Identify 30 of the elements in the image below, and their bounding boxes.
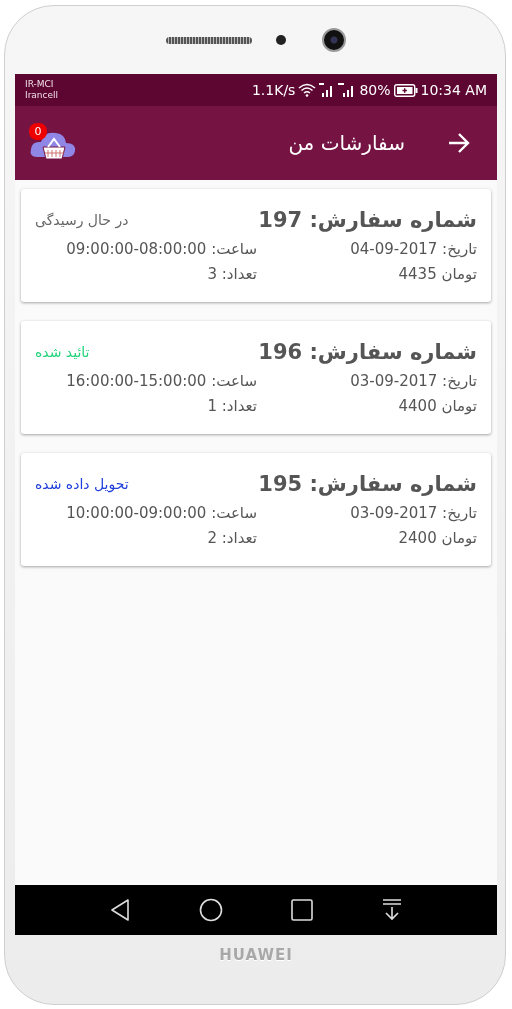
clock: 10:34 AM <box>420 82 487 98</box>
sensor-dot <box>276 35 286 45</box>
order-price: تومان 4400 <box>397 396 477 417</box>
notification-pull-icon[interactable] <box>381 898 403 922</box>
wifi-icon <box>298 83 317 97</box>
order-price: تومان 4435 <box>397 264 477 285</box>
item-count: تعداد: 1 <box>206 396 257 417</box>
network-speed: 1.1K/s <box>251 82 296 98</box>
order-status: در حال رسیدگی <box>35 211 130 231</box>
carrier-name: IR-MCI <box>25 79 55 90</box>
order-number: شماره سفارش: 197 <box>257 207 477 234</box>
order-number: شماره سفارش: 195 <box>257 471 477 498</box>
carrier-name: Irancell <box>25 90 59 101</box>
back-arrow-icon[interactable] <box>447 132 471 154</box>
home-icon[interactable] <box>199 898 223 922</box>
cart-count-badge: 0 <box>29 123 47 140</box>
recent-apps-icon[interactable] <box>291 899 313 921</box>
item-count: تعداد: 3 <box>206 264 257 285</box>
back-icon[interactable] <box>109 898 131 922</box>
order-status: تائید شده <box>35 343 91 362</box>
item-count: تعداد: 2 <box>206 528 257 549</box>
camera-lens <box>322 28 346 52</box>
battery-charging-icon <box>393 83 418 97</box>
order-status: تحویل داده شده <box>35 475 130 495</box>
page-title: سفارشات من <box>288 131 405 155</box>
order-number: شماره سفارش: 196 <box>257 339 477 366</box>
battery-percent: 80% <box>359 82 391 98</box>
brand-label: HUAWEI <box>219 945 293 964</box>
cart-button[interactable]: 0 <box>29 123 79 163</box>
order-price: تومان 2400 <box>397 528 477 549</box>
